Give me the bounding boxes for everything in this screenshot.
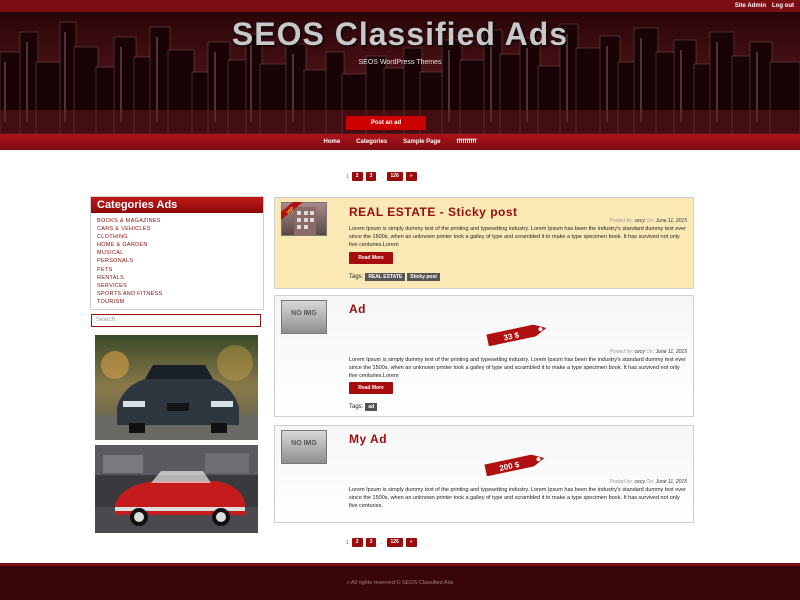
category-cars-vehicles[interactable]: CARS & VEHICLES [97, 225, 263, 233]
category-clothing[interactable]: CLOTHING [97, 233, 263, 241]
page-1: 1 [346, 173, 349, 180]
category-tourism[interactable]: TOURISM [97, 298, 263, 306]
vip-ribbon-icon: VIP [281, 202, 303, 220]
page-126-link[interactable]: 126 [386, 172, 403, 181]
post-date: June 11, 2015 [655, 218, 687, 224]
price-value: 33 $ [503, 330, 521, 342]
page-ellipsis: ... [379, 539, 384, 546]
category-home-garden[interactable]: HOME & GARDEN [97, 241, 263, 249]
logout-link[interactable]: Log out [772, 3, 794, 9]
pagination-top: 1 2 3 ... 126 » [346, 172, 420, 181]
posted-on-label: On: [646, 349, 655, 355]
next-page-link[interactable]: » [405, 172, 417, 181]
post-author: cecy [634, 349, 645, 355]
posted-on-label: On: [646, 479, 655, 485]
tag-ad[interactable]: ad [365, 403, 378, 411]
site-title[interactable]: SEOS Classified Ads [0, 16, 800, 53]
post-author: cecy [634, 218, 645, 224]
site-footer: » All rights reserved © SEOS Classified … [0, 563, 800, 600]
next-page-link[interactable]: » [405, 538, 417, 547]
post-excerpt: Lorem Ipsum is simply dummy text of the … [349, 357, 686, 379]
post-card-sticky: VIP REAL ESTATE - Sticky post Posted by:… [274, 197, 694, 289]
page-2-link[interactable]: 2 [351, 538, 363, 547]
post-meta: Posted by: cecy On: June 11, 2015 [610, 479, 687, 485]
car-photo-red-classic [95, 445, 258, 533]
post-thumbnail[interactable]: NO IMG [281, 430, 327, 464]
category-list: BOOKS & MAGAZINES CARS & VEHICLES CLOTHI… [91, 213, 263, 306]
posted-by-label: Posted by: [609, 218, 634, 224]
post-meta: Posted by: cecy On: June 11, 2015 [610, 218, 687, 224]
post-title[interactable]: My Ad [349, 432, 387, 446]
admin-bar: Site Admin Log out [0, 0, 800, 12]
search-input[interactable]: Search [91, 314, 261, 327]
posted-by-label: Posted by: [609, 349, 634, 355]
nav-item-home[interactable]: Home [323, 139, 340, 145]
tag-real-estate[interactable]: REAL ESTATE [365, 273, 406, 281]
post-tags: Tags: REAL ESTATE Sticky post [349, 273, 440, 281]
posted-on-label: On: [646, 218, 655, 224]
no-image-placeholder: NO IMG [291, 440, 317, 447]
site-admin-link[interactable]: Site Admin [735, 3, 766, 9]
category-books-magazines[interactable]: BOOKS & MAGAZINES [97, 217, 263, 225]
tags-label: Tags: [349, 404, 364, 410]
category-rentals[interactable]: RENTALS [97, 274, 263, 282]
post-date: June 11, 2015 [655, 349, 687, 355]
category-sports-fitness[interactable]: SPORTS AND FITNESS [97, 290, 263, 298]
category-services[interactable]: SERVICES [97, 282, 263, 290]
nav-item-ffff[interactable]: ffffffffff [457, 139, 477, 145]
page-2-link[interactable]: 2 [351, 172, 363, 181]
post-title[interactable]: REAL ESTATE - Sticky post [349, 205, 518, 219]
post-date: June 11, 2015 [655, 479, 687, 485]
post-excerpt: Lorem Ipsum is simply dummy text of the … [349, 226, 686, 248]
nav-item-sample-page[interactable]: Sample Page [403, 139, 440, 145]
post-excerpt: Lorem Ipsum is simply dummy text of the … [349, 487, 686, 509]
category-pets[interactable]: PETS [97, 266, 263, 274]
page-ellipsis: ... [379, 173, 384, 180]
car-photo-dark-sedan [95, 335, 258, 440]
post-author: cecy [634, 479, 645, 485]
page-126-link[interactable]: 126 [386, 538, 403, 547]
price-tag-icon: 200 $ [484, 454, 545, 476]
footer-copyright: » All rights reserved © SEOS Classified … [346, 580, 454, 586]
no-image-placeholder: NO IMG [291, 310, 317, 317]
read-more-button[interactable]: Read More [349, 252, 393, 264]
posted-by-label: Posted by: [609, 479, 634, 485]
post-title[interactable]: Ad [349, 302, 366, 316]
main-nav: Home Categories Sample Page ffffffffff [0, 134, 800, 150]
read-more-button[interactable]: Read More [349, 382, 393, 394]
tag-sticky-post[interactable]: Sticky post [407, 273, 440, 281]
category-personals[interactable]: PERSONALS [97, 257, 263, 265]
nav-item-categories[interactable]: Categories [356, 139, 387, 145]
post-card-my-ad: NO IMG My Ad 200 $ Posted by: cecy On: J… [274, 425, 694, 523]
post-card-ad: NO IMG Ad 33 $ Posted by: cecy On: June … [274, 295, 694, 417]
page-1: 1 [346, 539, 349, 546]
page-3-link[interactable]: 3 [365, 172, 377, 181]
post-an-ad-button[interactable]: Post an ad [346, 116, 426, 130]
category-musical[interactable]: MUSICAL [97, 249, 263, 257]
page-3-link[interactable]: 3 [365, 538, 377, 547]
post-meta: Posted by: cecy On: June 11, 2015 [610, 349, 687, 355]
price-tag-icon: 33 $ [486, 324, 547, 346]
site-header: Site Admin Log out SEOS Classified Ads S… [0, 0, 800, 150]
pagination-bottom: 1 2 3 ... 126 » [346, 538, 420, 547]
tags-label: Tags: [349, 274, 364, 280]
post-tags: Tags: ad [349, 403, 378, 411]
site-tagline: SEOS WordPress Themes [358, 59, 442, 66]
post-thumbnail[interactable]: NO IMG [281, 300, 327, 334]
categories-title: Categories Ads [91, 197, 263, 213]
categories-widget: Categories Ads BOOKS & MAGAZINES CARS & … [90, 196, 264, 310]
